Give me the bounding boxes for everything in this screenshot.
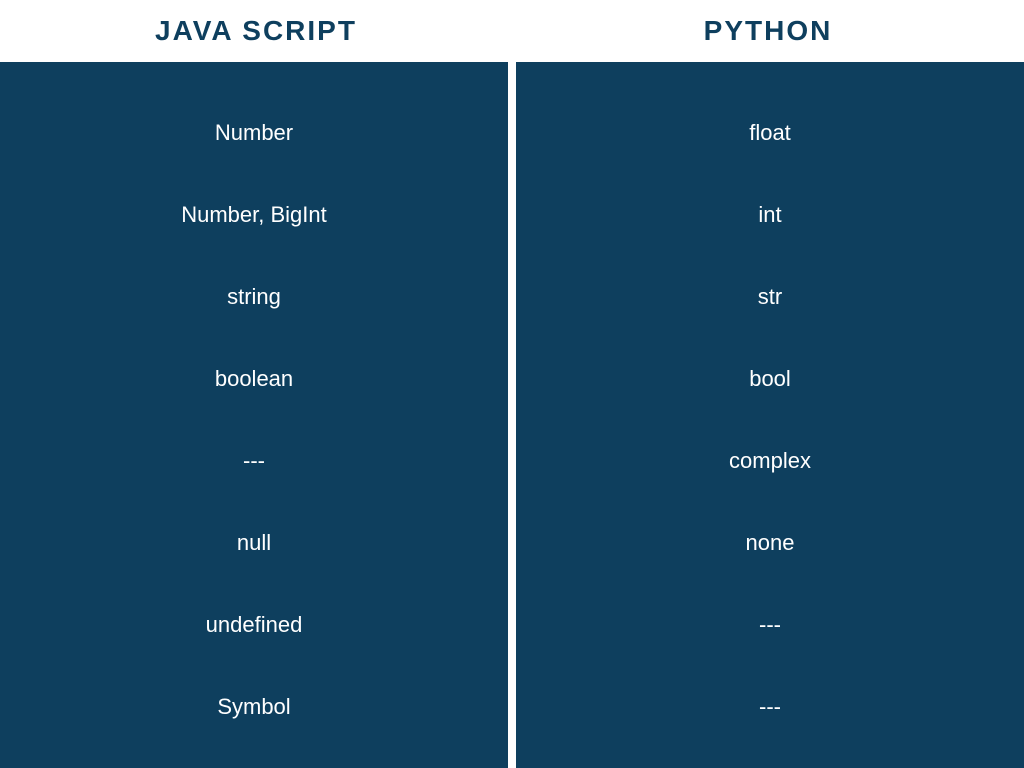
- table-cell: none: [516, 502, 1024, 584]
- column-python: float int str bool complex none --- ---: [512, 62, 1024, 768]
- table-cell: bool: [516, 338, 1024, 420]
- table-cell: ---: [516, 666, 1024, 748]
- table-cell: float: [516, 92, 1024, 174]
- header-python: PYTHON: [512, 0, 1024, 62]
- column-javascript: Number Number, BigInt string boolean ---…: [0, 62, 512, 768]
- table-header-row: JAVA SCRIPT PYTHON: [0, 0, 1024, 62]
- table-cell: Number, BigInt: [0, 174, 508, 256]
- table-cell: int: [516, 174, 1024, 256]
- table-cell: str: [516, 256, 1024, 338]
- header-javascript: JAVA SCRIPT: [0, 0, 512, 62]
- table-cell: ---: [516, 584, 1024, 666]
- table-cell: null: [0, 502, 508, 584]
- table-cell: undefined: [0, 584, 508, 666]
- table-cell: Number: [0, 92, 508, 174]
- table-cell: boolean: [0, 338, 508, 420]
- table-cell: string: [0, 256, 508, 338]
- comparison-table: JAVA SCRIPT PYTHON Number Number, BigInt…: [0, 0, 1024, 768]
- table-cell: Symbol: [0, 666, 508, 748]
- table-body: Number Number, BigInt string boolean ---…: [0, 62, 1024, 768]
- table-cell: complex: [516, 420, 1024, 502]
- table-cell: ---: [0, 420, 508, 502]
